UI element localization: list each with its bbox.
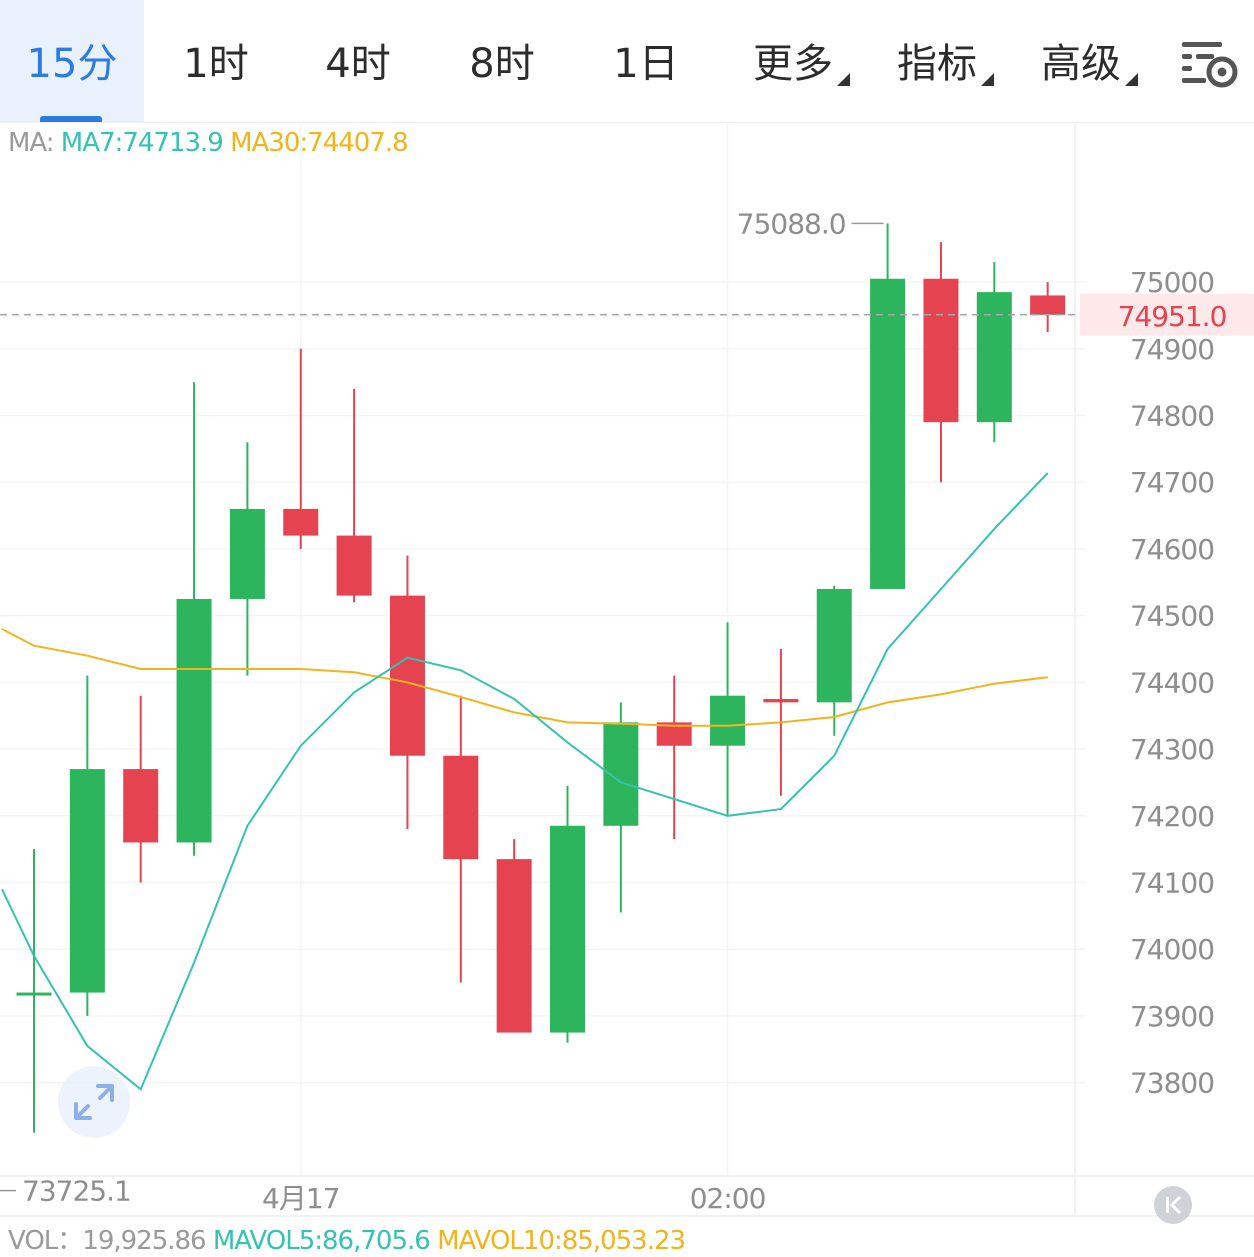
y-tick-label: 74000 <box>1130 933 1214 966</box>
x-tick-label: 02:00 <box>690 1182 766 1215</box>
candle-body <box>69 769 105 993</box>
y-tick-label: 74800 <box>1130 400 1214 433</box>
candle-body <box>496 859 532 1033</box>
y-tick-label: 74200 <box>1130 800 1214 833</box>
y-tick-label: 74300 <box>1130 733 1214 766</box>
y-tick-label: 74500 <box>1130 600 1214 633</box>
candle-body <box>336 535 372 596</box>
candle-body <box>229 508 265 599</box>
candle-body <box>1030 295 1066 315</box>
tab-advanced[interactable]: 高级 <box>1038 0 1138 122</box>
tab-4h[interactable]: 4时 <box>312 0 404 122</box>
dropdown-caret-icon <box>1125 73 1138 86</box>
current-price-label: 74951.0 <box>1118 300 1227 333</box>
candle-body <box>923 278 959 423</box>
tab-label: 8时 <box>469 41 535 87</box>
candlestick-chart[interactable]: 7500074900748007470074600745007440074300… <box>0 122 1254 1220</box>
candle-body <box>710 695 746 746</box>
timeframe-tabs: 15分 1时 4时 8时 1日 更多 指标 高级 <box>0 0 1254 123</box>
candle-body <box>763 699 799 703</box>
candle-body <box>550 825 585 1033</box>
x-tick-label: 4月17 <box>262 1182 339 1215</box>
candle-body <box>389 595 425 756</box>
tab-label: 1日 <box>613 41 679 87</box>
high-price-label: 75088.0 <box>737 207 846 240</box>
tab-label: 指标 <box>897 41 977 87</box>
candle-body <box>976 292 1012 423</box>
tab-label: 4时 <box>325 41 391 87</box>
collapse-left-button[interactable] <box>1154 1186 1192 1224</box>
tab-8h[interactable]: 8时 <box>456 0 548 122</box>
dropdown-caret-icon <box>981 73 994 86</box>
candle-body <box>283 508 319 536</box>
mavol5-value: MAVOL5:86,705.6 <box>212 1226 431 1256</box>
y-tick-label: 74400 <box>1130 666 1214 699</box>
y-tick-label: 74600 <box>1130 533 1214 566</box>
tab-more[interactable]: 更多 <box>750 0 850 122</box>
y-tick-label: 74100 <box>1130 866 1214 899</box>
expand-arrows-icon <box>74 1084 114 1120</box>
y-tick-label: 73900 <box>1130 1000 1214 1033</box>
candle-body <box>16 992 52 996</box>
y-tick-label: 74700 <box>1130 466 1214 499</box>
y-tick-label: 73800 <box>1130 1067 1214 1100</box>
collapse-left-icon <box>1166 1195 1182 1215</box>
dropdown-caret-icon <box>837 73 850 86</box>
candle-body <box>443 755 479 860</box>
expand-chart-button[interactable] <box>58 1066 130 1138</box>
mavol10-value: MAVOL10:85,053.23 <box>437 1226 686 1256</box>
tab-15m[interactable]: 15分 <box>0 0 144 122</box>
candle-body <box>870 278 906 589</box>
tab-label: 1时 <box>183 41 249 87</box>
y-tick-label: 74900 <box>1130 333 1214 366</box>
chart-settings-icon[interactable] <box>1180 40 1240 90</box>
candle-body <box>123 769 159 843</box>
tab-indicators[interactable]: 指标 <box>894 0 994 122</box>
tab-label: 高级 <box>1041 41 1121 87</box>
tab-label: 15分 <box>26 41 118 87</box>
tab-1d[interactable]: 1日 <box>600 0 692 122</box>
ma30-line <box>1 628 1048 727</box>
low-price-label: 73725.1 <box>22 1175 131 1208</box>
vol-value: VOL：19,925.86 <box>8 1226 207 1256</box>
candle-body <box>816 588 852 703</box>
volume-legend: VOL：19,925.86 MAVOL5:86,705.6 MAVOL10:85… <box>8 1220 686 1257</box>
tab-1h[interactable]: 1时 <box>170 0 262 122</box>
candle-body <box>176 598 212 843</box>
tab-label: 更多 <box>753 41 833 87</box>
